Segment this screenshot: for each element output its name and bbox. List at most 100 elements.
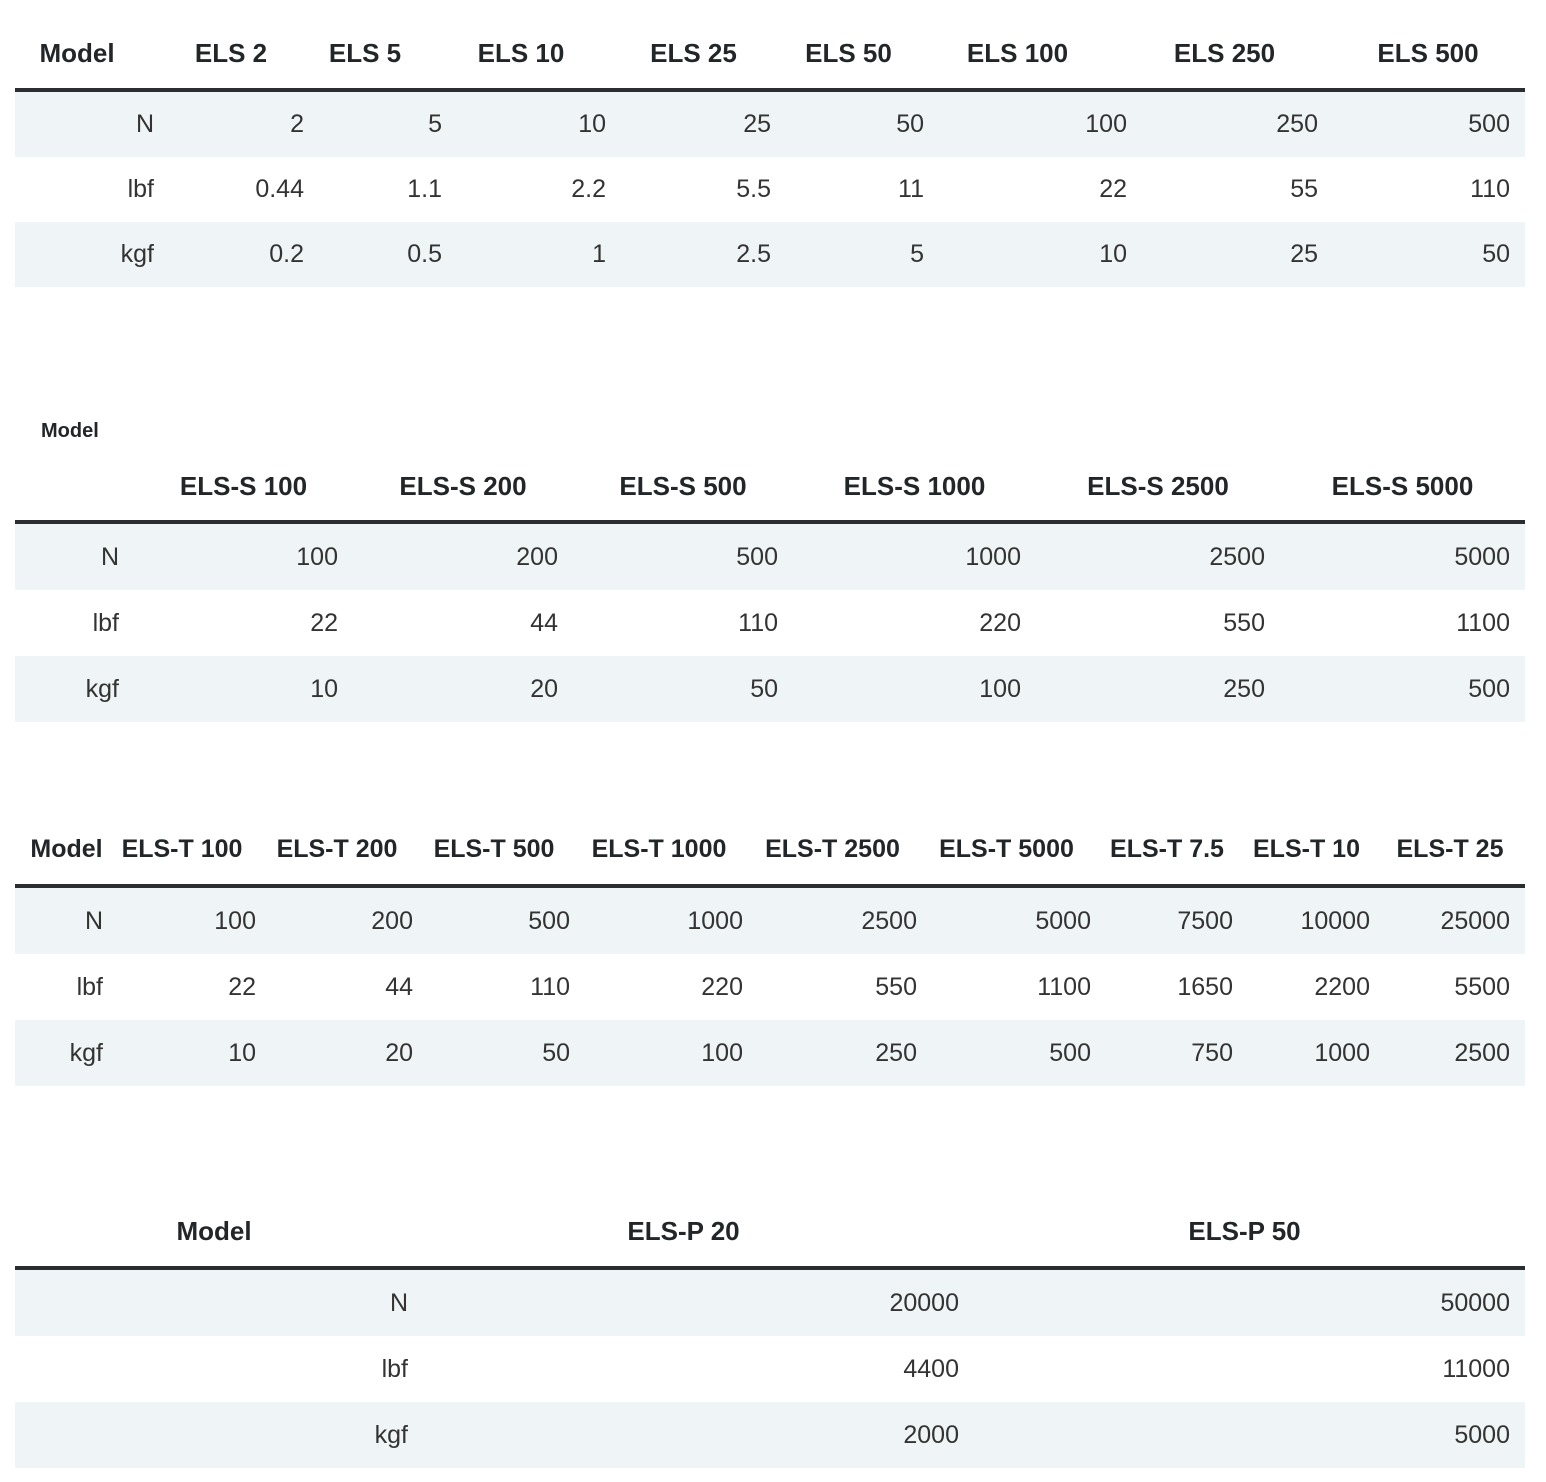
unit-cell: kgf	[15, 656, 134, 722]
column-header: ELS 10	[457, 18, 621, 92]
value-cell: 1000	[1248, 1020, 1385, 1086]
header-row: Model ELS-T 100 ELS-T 200 ELS-T 500 ELS-…	[15, 814, 1525, 888]
value-cell: 1000	[585, 886, 758, 954]
column-header: ELS-S 2500	[1036, 416, 1280, 524]
value-cell: 500	[428, 886, 585, 954]
header-row: Model ELS-S 100 ELS-S 200 ELS-S 500 ELS-…	[15, 416, 1525, 524]
value-cell: 10	[939, 222, 1142, 287]
value-cell: 10	[457, 90, 621, 157]
column-header: ELS 100	[939, 18, 1142, 92]
value-cell: 100	[793, 656, 1036, 722]
unit-cell: lbf	[15, 157, 169, 222]
value-cell: 250	[1142, 90, 1333, 157]
value-cell: 10000	[1248, 886, 1385, 954]
value-cell: 5500	[1385, 954, 1525, 1020]
value-cell: 200	[271, 886, 428, 954]
column-header: ELS-T 1000	[585, 814, 758, 888]
column-header: ELS-P 20	[423, 1196, 974, 1270]
value-cell: 2.5	[621, 222, 786, 287]
value-cell: 750	[1106, 1020, 1248, 1086]
value-cell: 2	[169, 90, 319, 157]
table-row: N 2 5 10 25 50 100 250 500	[15, 90, 1525, 157]
column-header: ELS-T 5000	[932, 814, 1106, 888]
value-cell: 44	[353, 590, 573, 656]
column-header: ELS 2	[169, 18, 319, 92]
value-cell: 5	[319, 90, 457, 157]
value-cell: 5000	[974, 1402, 1525, 1468]
column-header: ELS 25	[621, 18, 786, 92]
column-header: ELS-T 2500	[758, 814, 932, 888]
value-cell: 110	[1333, 157, 1525, 222]
column-header: ELS-S 1000	[793, 416, 1036, 524]
value-cell: 100	[134, 522, 353, 590]
value-cell: 1650	[1106, 954, 1248, 1020]
value-cell: 5.5	[621, 157, 786, 222]
value-cell: 500	[1280, 656, 1525, 722]
value-cell: 550	[1036, 590, 1280, 656]
table-row: lbf 22 44 110 220 550 1100	[15, 590, 1525, 656]
table-row: kgf 10 20 50 100 250 500	[15, 656, 1525, 722]
value-cell: 25	[621, 90, 786, 157]
value-cell: 50	[786, 90, 939, 157]
value-cell: 2200	[1248, 954, 1385, 1020]
value-cell: 200	[353, 522, 573, 590]
header-row: Model ELS-P 20 ELS-P 50	[15, 1196, 1525, 1270]
unit-cell: kgf	[15, 1020, 118, 1086]
value-cell: 2000	[423, 1402, 974, 1468]
column-header: ELS 250	[1142, 18, 1333, 92]
value-cell: 1100	[1280, 590, 1525, 656]
table-row: lbf 0.44 1.1 2.2 5.5 11 22 55 110	[15, 157, 1525, 222]
table-row: kgf 0.2 0.5 1 2.5 5 10 25 50	[15, 222, 1525, 287]
column-header: ELS-T 10	[1248, 814, 1385, 888]
value-cell: 22	[134, 590, 353, 656]
table-row: N 20000 50000	[15, 1268, 1525, 1336]
value-cell: 50	[1333, 222, 1525, 287]
column-header: ELS-S 100	[134, 416, 353, 524]
column-header: ELS 50	[786, 18, 939, 92]
table-row: kgf 10 20 50 100 250 500 750 1000 2500	[15, 1020, 1525, 1086]
els-s-capacity-table: Model ELS-S 100 ELS-S 200 ELS-S 500 ELS-…	[15, 416, 1525, 722]
unit-cell: lbf	[15, 590, 134, 656]
unit-cell: N	[15, 90, 169, 157]
value-cell: 10	[134, 656, 353, 722]
column-header: ELS 500	[1333, 18, 1525, 92]
column-header: ELS-T 200	[271, 814, 428, 888]
value-cell: 250	[1036, 656, 1280, 722]
value-cell: 110	[428, 954, 585, 1020]
value-cell: 2500	[1385, 1020, 1525, 1086]
value-cell: 2500	[758, 886, 932, 954]
column-header: ELS-P 50	[974, 1196, 1525, 1270]
value-cell: 11000	[974, 1336, 1525, 1402]
value-cell: 50	[428, 1020, 585, 1086]
column-header: ELS-T 25	[1385, 814, 1525, 888]
value-cell: 4400	[423, 1336, 974, 1402]
value-cell: 110	[573, 590, 793, 656]
value-cell: 100	[939, 90, 1142, 157]
value-cell: 550	[758, 954, 932, 1020]
value-cell: 1100	[932, 954, 1106, 1020]
table-row: kgf 2000 5000	[15, 1402, 1525, 1468]
table-row: N 100 200 500 1000 2500 5000	[15, 522, 1525, 590]
unit-cell: N	[15, 522, 134, 590]
value-cell: 2500	[1036, 522, 1280, 590]
value-cell: 44	[271, 954, 428, 1020]
column-header: ELS-T 100	[118, 814, 271, 888]
column-header: ELS-S 200	[353, 416, 573, 524]
value-cell: 250	[758, 1020, 932, 1086]
value-cell: 500	[1333, 90, 1525, 157]
table-row: lbf 4400 11000	[15, 1336, 1525, 1402]
value-cell: 2.2	[457, 157, 621, 222]
unit-cell: N	[15, 1268, 423, 1336]
column-header: ELS-T 500	[428, 814, 585, 888]
value-cell: 20000	[423, 1268, 974, 1336]
table-row: lbf 22 44 110 220 550 1100 1650 2200 550…	[15, 954, 1525, 1020]
els-capacity-table: Model ELS 2 ELS 5 ELS 10 ELS 25 ELS 50 E…	[15, 18, 1525, 287]
value-cell: 500	[932, 1020, 1106, 1086]
value-cell: 500	[573, 522, 793, 590]
value-cell: 1000	[793, 522, 1036, 590]
value-cell: 20	[271, 1020, 428, 1086]
column-header: ELS-S 500	[573, 416, 793, 524]
column-header: ELS-T 7.5	[1106, 814, 1248, 888]
model-header: Model	[15, 814, 118, 888]
value-cell: 0.2	[169, 222, 319, 287]
